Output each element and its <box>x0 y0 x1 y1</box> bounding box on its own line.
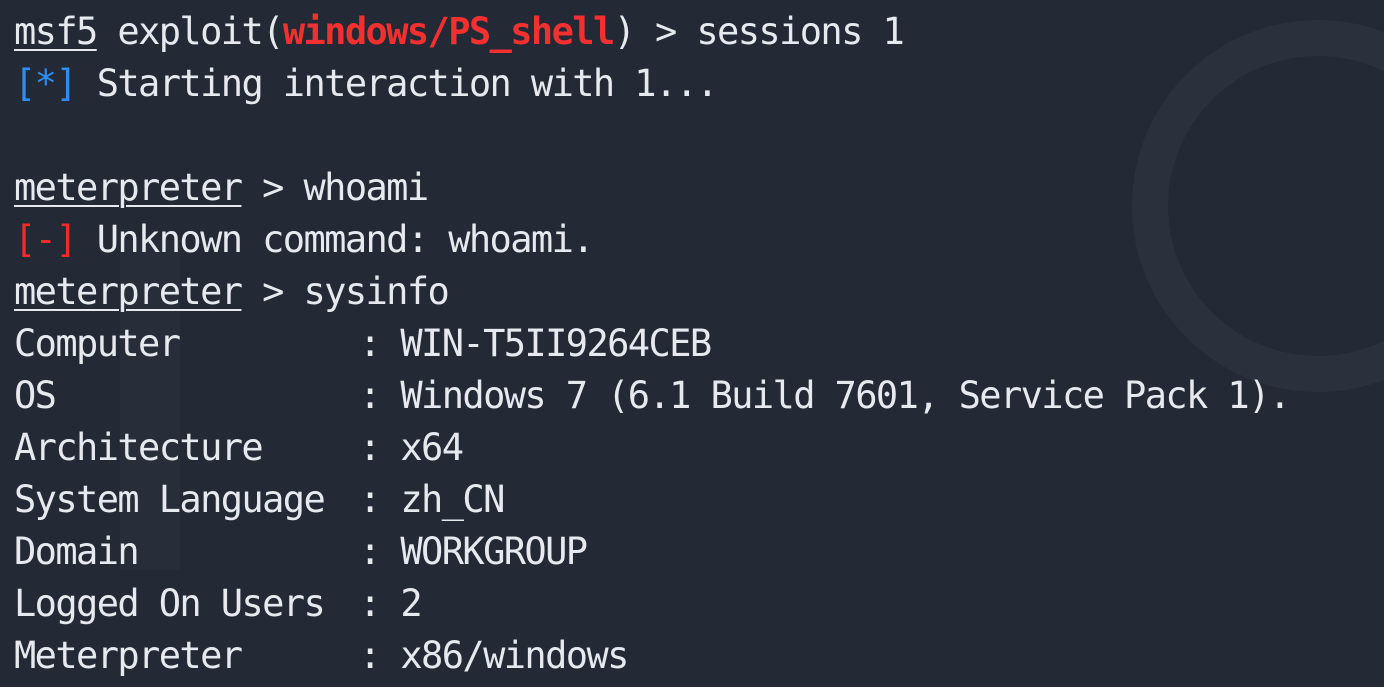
terminal-window[interactable]: msf5 exploit(windows/PS_shell) > session… <box>0 0 1384 687</box>
sysinfo-key: Domain <box>14 530 140 573</box>
info-line: [*] Starting interaction with 1... <box>14 58 1289 110</box>
sysinfo-value: 2 <box>400 582 422 625</box>
sysinfo-separator: : <box>359 582 401 625</box>
sysinfo-value: Windows 7 (6.1 Build 7601, Service Pack … <box>400 374 1291 417</box>
sysinfo-key: Computer <box>14 322 181 365</box>
sysinfo-row: Logged On Users: 2 <box>14 578 1289 630</box>
sysinfo-row: OS: Windows 7 (6.1 Build 7601, Service P… <box>14 370 1291 422</box>
msf-prompt-name: msf5 <box>14 10 98 53</box>
info-marker: [*] <box>14 62 78 105</box>
sysinfo-key: OS <box>14 374 57 417</box>
sysinfo-separator: : <box>359 478 401 521</box>
terminal-output: msf5 exploit(windows/PS_shell) > session… <box>14 6 1291 682</box>
prompt-separator: > <box>241 166 304 209</box>
sysinfo-key: Meterpreter <box>14 634 243 677</box>
meterpreter-prompt: meterpreter <box>14 166 243 209</box>
prompt-close: ) > <box>613 10 697 53</box>
sysinfo-value: zh_CN <box>400 478 505 521</box>
sysinfo-key: Architecture <box>14 426 264 469</box>
entered-command: sessions 1 <box>696 10 904 53</box>
exploit-module: windows/PS_shell <box>282 10 615 53</box>
sysinfo-separator: : <box>359 374 401 417</box>
sysinfo-separator: : <box>359 322 401 365</box>
error-marker: [-] <box>14 218 78 261</box>
meterpreter-prompt: meterpreter <box>14 270 243 313</box>
sysinfo-value: x64 <box>400 426 464 469</box>
sysinfo-value: x86/windows <box>400 634 629 677</box>
sysinfo-value: WIN-T5II9264CEB <box>400 322 712 365</box>
sysinfo-key: System Language <box>14 478 326 521</box>
prompt-separator: > <box>241 270 304 313</box>
error-text: Unknown command: whoami. <box>76 218 595 261</box>
sysinfo-row: System Language: zh_CN <box>14 474 1289 526</box>
sysinfo-row: Architecture: x64 <box>14 422 1289 474</box>
meterpreter-prompt-line: meterpreter > sysinfo <box>14 266 1289 318</box>
meterpreter-prompt-line: meterpreter > whoami <box>14 162 1289 214</box>
sysinfo-row: Computer: WIN-T5II9264CEB <box>14 318 1289 370</box>
msf-prompt-line: msf5 exploit(windows/PS_shell) > session… <box>14 6 1289 58</box>
sysinfo-key: Logged On Users <box>14 582 326 625</box>
sysinfo-value: WORKGROUP <box>400 530 588 573</box>
exploit-prefix: exploit( <box>96 10 284 53</box>
sysinfo-separator: : <box>359 634 401 677</box>
sysinfo-separator: : <box>359 530 401 573</box>
sysinfo-row: Domain: WORKGROUP <box>14 526 1289 578</box>
sysinfo-separator: : <box>359 426 401 469</box>
info-text: Starting interaction with 1... <box>76 62 719 105</box>
entered-command: whoami <box>303 166 429 209</box>
entered-command: sysinfo <box>303 270 449 313</box>
error-line: [-] Unknown command: whoami. <box>14 214 1289 266</box>
sysinfo-row: Meterpreter: x86/windows <box>14 630 1289 682</box>
